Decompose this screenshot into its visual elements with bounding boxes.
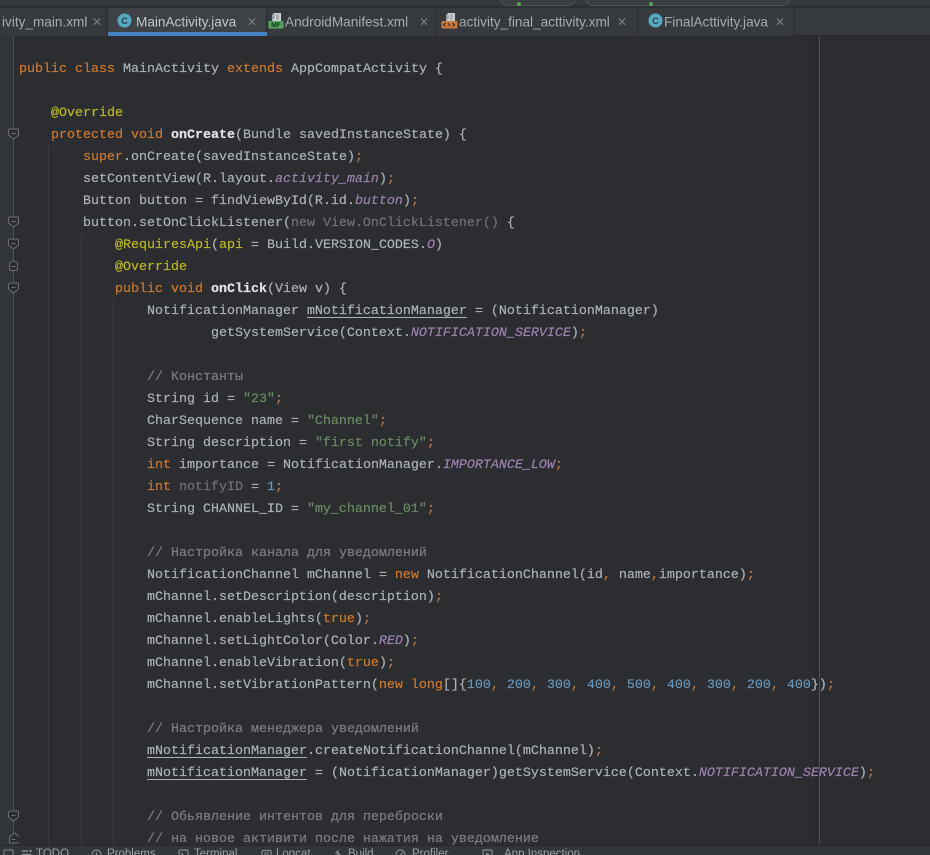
svg-text:C: C bbox=[121, 16, 128, 26]
svg-text:C: C bbox=[652, 16, 659, 26]
svg-text:MF: MF bbox=[271, 22, 281, 29]
